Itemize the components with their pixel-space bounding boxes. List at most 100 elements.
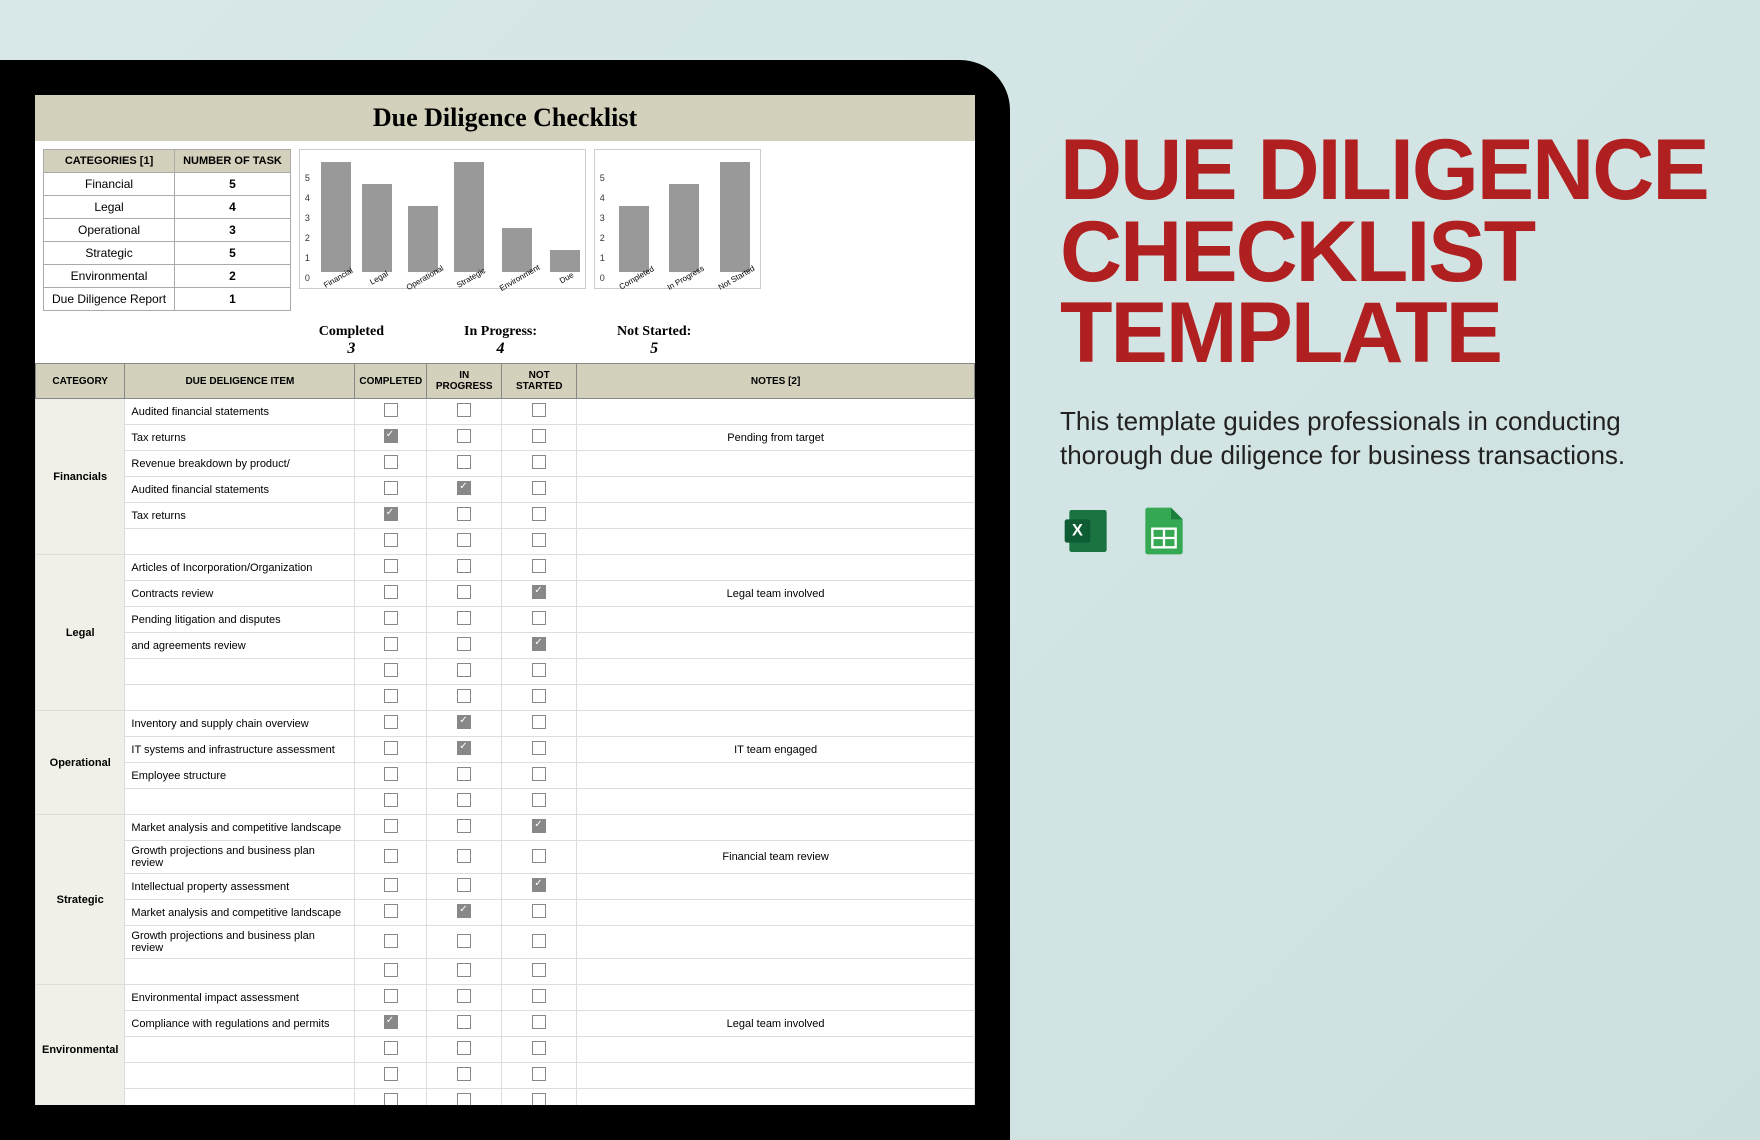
- not-started-cell[interactable]: [502, 1063, 577, 1089]
- checkbox-icon[interactable]: [457, 507, 471, 521]
- in-progress-cell[interactable]: [427, 815, 502, 841]
- in-progress-cell[interactable]: [427, 659, 502, 685]
- checkbox-icon[interactable]: [457, 849, 471, 863]
- checkbox-icon[interactable]: [532, 741, 546, 755]
- checkbox-icon[interactable]: [384, 878, 398, 892]
- completed-cell[interactable]: [355, 451, 427, 477]
- in-progress-cell[interactable]: [427, 555, 502, 581]
- checkbox-icon[interactable]: [457, 611, 471, 625]
- completed-cell[interactable]: [355, 926, 427, 959]
- checkbox-icon[interactable]: [384, 533, 398, 547]
- in-progress-cell[interactable]: [427, 789, 502, 815]
- checkbox-icon[interactable]: [457, 559, 471, 573]
- completed-cell[interactable]: [355, 425, 427, 451]
- not-started-cell[interactable]: [502, 425, 577, 451]
- checkbox-icon[interactable]: [457, 741, 471, 755]
- in-progress-cell[interactable]: [427, 841, 502, 874]
- checkbox-icon[interactable]: [532, 963, 546, 977]
- completed-cell[interactable]: [355, 477, 427, 503]
- checkbox-icon[interactable]: [532, 1067, 546, 1081]
- checkbox-icon[interactable]: [384, 507, 398, 521]
- completed-cell[interactable]: [355, 815, 427, 841]
- checkbox-icon[interactable]: [532, 989, 546, 1003]
- in-progress-cell[interactable]: [427, 425, 502, 451]
- in-progress-cell[interactable]: [427, 633, 502, 659]
- checkbox-icon[interactable]: [457, 878, 471, 892]
- not-started-cell[interactable]: [502, 451, 577, 477]
- checkbox-icon[interactable]: [532, 481, 546, 495]
- in-progress-cell[interactable]: [427, 685, 502, 711]
- checkbox-icon[interactable]: [384, 403, 398, 417]
- checkbox-icon[interactable]: [457, 1015, 471, 1029]
- in-progress-cell[interactable]: [427, 874, 502, 900]
- completed-cell[interactable]: [355, 763, 427, 789]
- checkbox-icon[interactable]: [457, 663, 471, 677]
- completed-cell[interactable]: [355, 1089, 427, 1106]
- completed-cell[interactable]: [355, 959, 427, 985]
- checkbox-icon[interactable]: [532, 1093, 546, 1105]
- checkbox-icon[interactable]: [532, 819, 546, 833]
- checkbox-icon[interactable]: [457, 533, 471, 547]
- checkbox-icon[interactable]: [384, 637, 398, 651]
- not-started-cell[interactable]: [502, 399, 577, 425]
- completed-cell[interactable]: [355, 874, 427, 900]
- checkbox-icon[interactable]: [384, 481, 398, 495]
- checkbox-icon[interactable]: [457, 1067, 471, 1081]
- checkbox-icon[interactable]: [384, 767, 398, 781]
- in-progress-cell[interactable]: [427, 1037, 502, 1063]
- checkbox-icon[interactable]: [384, 849, 398, 863]
- not-started-cell[interactable]: [502, 529, 577, 555]
- checkbox-icon[interactable]: [457, 689, 471, 703]
- checkbox-icon[interactable]: [457, 934, 471, 948]
- checkbox-icon[interactable]: [457, 1041, 471, 1055]
- not-started-cell[interactable]: [502, 985, 577, 1011]
- completed-cell[interactable]: [355, 633, 427, 659]
- checkbox-icon[interactable]: [532, 403, 546, 417]
- completed-cell[interactable]: [355, 1037, 427, 1063]
- completed-cell[interactable]: [355, 985, 427, 1011]
- in-progress-cell[interactable]: [427, 1089, 502, 1106]
- not-started-cell[interactable]: [502, 581, 577, 607]
- not-started-cell[interactable]: [502, 503, 577, 529]
- completed-cell[interactable]: [355, 607, 427, 633]
- not-started-cell[interactable]: [502, 874, 577, 900]
- in-progress-cell[interactable]: [427, 503, 502, 529]
- checkbox-icon[interactable]: [532, 849, 546, 863]
- checkbox-icon[interactable]: [384, 934, 398, 948]
- checkbox-icon[interactable]: [532, 585, 546, 599]
- not-started-cell[interactable]: [502, 685, 577, 711]
- not-started-cell[interactable]: [502, 900, 577, 926]
- not-started-cell[interactable]: [502, 555, 577, 581]
- not-started-cell[interactable]: [502, 607, 577, 633]
- checkbox-icon[interactable]: [532, 1015, 546, 1029]
- checkbox-icon[interactable]: [457, 904, 471, 918]
- checkbox-icon[interactable]: [532, 934, 546, 948]
- checkbox-icon[interactable]: [384, 663, 398, 677]
- checkbox-icon[interactable]: [384, 455, 398, 469]
- checkbox-icon[interactable]: [457, 793, 471, 807]
- in-progress-cell[interactable]: [427, 1011, 502, 1037]
- checkbox-icon[interactable]: [384, 715, 398, 729]
- checkbox-icon[interactable]: [532, 507, 546, 521]
- checkbox-icon[interactable]: [457, 481, 471, 495]
- in-progress-cell[interactable]: [427, 959, 502, 985]
- checkbox-icon[interactable]: [532, 455, 546, 469]
- checkbox-icon[interactable]: [532, 793, 546, 807]
- checkbox-icon[interactable]: [457, 819, 471, 833]
- checkbox-icon[interactable]: [384, 1067, 398, 1081]
- in-progress-cell[interactable]: [427, 1063, 502, 1089]
- completed-cell[interactable]: [355, 555, 427, 581]
- not-started-cell[interactable]: [502, 659, 577, 685]
- checkbox-icon[interactable]: [532, 1041, 546, 1055]
- completed-cell[interactable]: [355, 1011, 427, 1037]
- not-started-cell[interactable]: [502, 926, 577, 959]
- checkbox-icon[interactable]: [384, 585, 398, 599]
- checkbox-icon[interactable]: [384, 904, 398, 918]
- checkbox-icon[interactable]: [384, 989, 398, 1003]
- not-started-cell[interactable]: [502, 841, 577, 874]
- in-progress-cell[interactable]: [427, 737, 502, 763]
- checkbox-icon[interactable]: [384, 741, 398, 755]
- checkbox-icon[interactable]: [532, 767, 546, 781]
- checkbox-icon[interactable]: [457, 989, 471, 1003]
- not-started-cell[interactable]: [502, 711, 577, 737]
